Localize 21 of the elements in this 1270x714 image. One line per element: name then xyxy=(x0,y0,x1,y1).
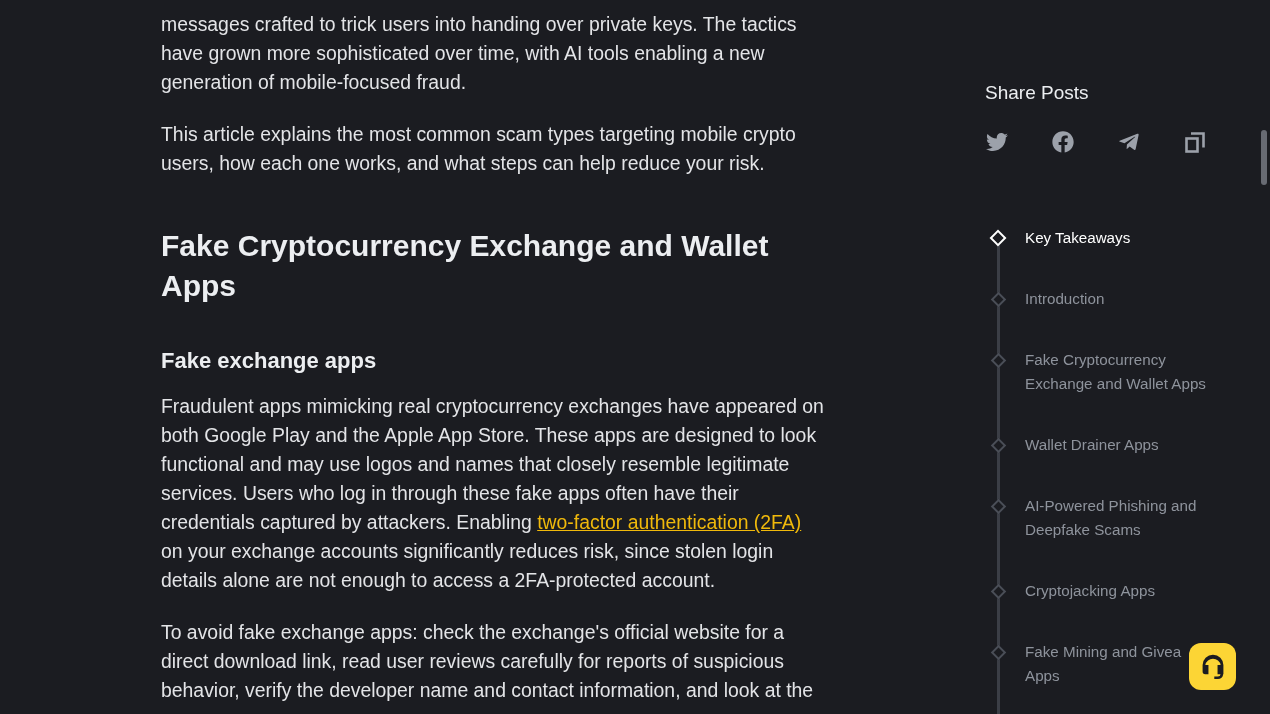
toc-link[interactable]: Fake Cryptocurrency Exchange and Wallet Apps xyxy=(1025,348,1206,396)
inline-link[interactable]: two-factor authentication (2FA) xyxy=(537,511,802,533)
subsection-heading: Fake exchange apps xyxy=(161,347,378,375)
copy-icon[interactable] xyxy=(1184,131,1206,153)
toc-link[interactable]: AI-Powered Phishing and Deepfake Scams xyxy=(1025,494,1197,542)
paper-plane-icon[interactable] xyxy=(1118,131,1140,153)
article-paragraph: To avoid fake exchange apps: check the exchange's official website for a direct download link, read user reviews carefully for reports of suspicious behavior, verify the developer name and contact information, and look at the xyxy=(161,620,815,703)
toc-link[interactable]: Fake Mining and Givea Apps xyxy=(1025,640,1182,688)
toc-link[interactable]: Introduction xyxy=(1025,287,1105,311)
bird-icon[interactable] xyxy=(986,131,1008,153)
toc-link[interactable]: Wallet Drainer Apps xyxy=(1025,433,1159,457)
scrollbar-thumb[interactable] xyxy=(1261,130,1267,185)
support-button[interactable] xyxy=(1189,643,1236,690)
toc-link[interactable]: Key Takeaways xyxy=(1025,226,1131,250)
toc-link[interactable]: Cryptojacking Apps xyxy=(1025,579,1155,603)
article-paragraph: messages crafted to trick users into handing over private keys. The tactics have grown more sophisticated over time, with AI tools enabling a new generation of mobile-focused fraud. xyxy=(161,12,798,95)
facebook-icon[interactable] xyxy=(1052,131,1074,153)
article-paragraph: This article explains the most common scam types targeting mobile crypto users, how each one works, and what steps can help reduce your risk. xyxy=(161,122,797,176)
article-paragraph: Fraudulent apps mimicking real cryptocurrency exchanges have appeared on both Google Play and the Apple App Store. These apps are designed to look functional and may use logos and names that closely resemble legitimate services. Users who log in through these fake apps often have their credentials captured by attackers. Enabling two-factor authentication (2FA) on your exchange accounts significantly reduces risk, since stolen login details alone are not enough to access a 2FA-protected account. xyxy=(161,394,825,593)
share-title: Share Posts xyxy=(985,81,1089,105)
section-heading: Fake Cryptocurrency Exchange and Wallet Apps xyxy=(161,228,770,304)
